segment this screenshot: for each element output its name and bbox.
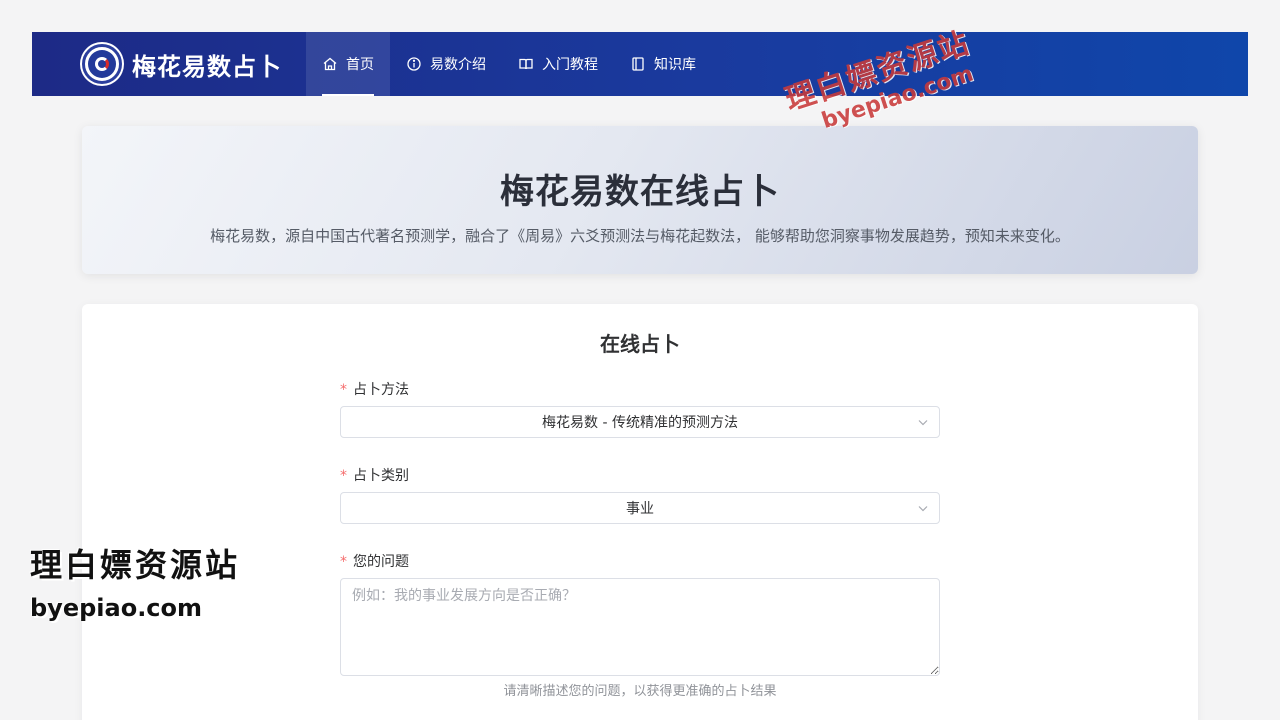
method-label: * 占卜方法 — [340, 382, 409, 398]
category-select-value: 事业 — [626, 501, 654, 517]
nav-item-intro[interactable]: 易数介绍 — [390, 32, 502, 96]
chevron-down-icon — [918, 506, 928, 512]
watermark-top: 理白嫖资源站 byepiao.com — [781, 25, 977, 135]
brand-title: 梅花易数占卜 — [132, 52, 282, 81]
required-mark: * — [340, 468, 347, 484]
open-book-icon — [519, 58, 533, 70]
form-title: 在线占卜 — [600, 332, 680, 356]
chevron-down-icon — [918, 420, 928, 426]
category-label: * 占卜类别 — [340, 468, 409, 484]
divination-form-card: 在线占卜 * 占卜方法 梅花易数 - 传统精准的预测方法 * 占卜类别 事业 * 您的… — [82, 304, 1198, 720]
nav-item-label: 易数介绍 — [430, 57, 486, 73]
hero-description: 梅花易数，源自中国古代著名预测学，融合了《周易》六爻预测法与梅花起数法， 能够帮… — [210, 227, 1070, 245]
watermark-left: 理白嫖资源站 byepiao.com — [30, 546, 241, 622]
category-select[interactable]: 事业 — [340, 492, 940, 524]
question-textarea[interactable] — [340, 578, 940, 676]
hero-banner: 梅花易数在线占卜 梅花易数，源自中国古代著名预测学，融合了《周易》六爻预测法与梅… — [82, 126, 1198, 274]
hero-title: 梅花易数在线占卜 — [500, 172, 780, 212]
brand-logo-icon — [82, 44, 122, 84]
nav-item-label: 知识库 — [654, 57, 696, 73]
top-navbar: 梅花易数占卜 首页 易数介绍 入门教程 知识库 — [32, 32, 1248, 96]
question-label: * 您的问题 — [340, 554, 409, 570]
main-nav: 首页 易数介绍 入门教程 知识库 — [306, 32, 712, 96]
method-select[interactable]: 梅花易数 - 传统精准的预测方法 — [340, 406, 940, 438]
home-icon — [323, 57, 337, 71]
question-hint: 请清晰描述您的问题，以获得更准确的占卜结果 — [503, 684, 777, 699]
nav-item-knowledge[interactable]: 知识库 — [614, 32, 712, 96]
nav-item-home[interactable]: 首页 — [306, 32, 390, 96]
method-select-value: 梅花易数 - 传统精准的预测方法 — [542, 415, 738, 431]
brand[interactable]: 梅花易数占卜 — [32, 32, 306, 96]
nav-item-tutorial[interactable]: 入门教程 — [502, 32, 614, 96]
nav-item-label: 首页 — [346, 57, 374, 73]
required-mark: * — [340, 554, 347, 570]
notebook-icon — [632, 57, 644, 71]
required-mark: * — [340, 382, 347, 398]
nav-item-label: 入门教程 — [542, 57, 598, 73]
info-circle-icon — [407, 57, 421, 71]
